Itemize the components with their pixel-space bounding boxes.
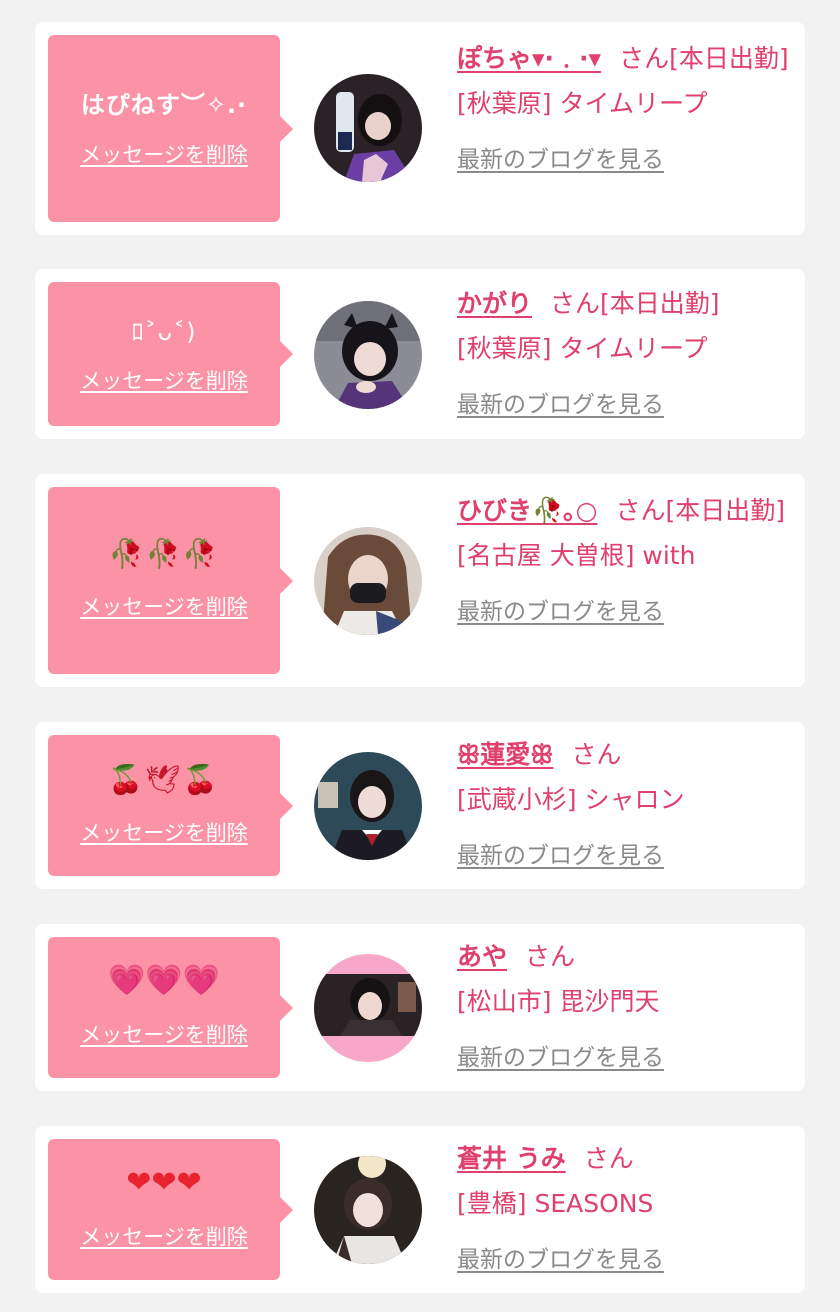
message-text: はぴねす︶✧.·: [80, 91, 248, 119]
favorite-card: 💗💗💗 メッセージを削除 あや さん [松山市] 毘沙門天 最新のブログを見る: [35, 924, 805, 1091]
message-bubble: はぴねす︶✧.· メッセージを削除: [48, 35, 293, 222]
latest-blog-link[interactable]: 最新のブログを見る: [457, 590, 797, 635]
message-text: 🥀🥀🥀: [108, 537, 220, 570]
latest-blog-link[interactable]: 最新のブログを見る: [457, 834, 797, 879]
favorite-card: はぴねす︶✧.· メッセージを削除 ぽちゃ▾·﹒·▾ さん[本日出勤] [秋葉原]…: [35, 22, 805, 235]
cast-name-link[interactable]: ぽちゃ▾·﹒·▾: [457, 44, 601, 73]
cast-info: 蒼井 うみ さん [豊橋] SEASONS 最新のブログを見る: [457, 1136, 797, 1283]
cast-suffix: さん: [525, 942, 576, 971]
avatar[interactable]: [314, 752, 422, 860]
message-bubble: 💗💗💗 メッセージを削除: [48, 937, 293, 1078]
message-text: ﾛ˃ᴗ˂): [131, 318, 197, 346]
cast-name-link[interactable]: 蒼井 うみ: [457, 1144, 566, 1173]
message-bubble: ﾛ˃ᴗ˂) メッセージを削除: [48, 282, 293, 426]
favorite-card: 🥀🥀🥀 メッセージを削除 ひびき🥀｡○ さん[本日出勤] [名古屋 大曽根] wi…: [35, 474, 805, 687]
message-text: ❤❤❤: [126, 1165, 202, 1200]
cast-suffix: さん[本日出勤]: [550, 289, 720, 318]
favorite-card: 🍒🕊🍒 メッセージを削除 ꕥ蓮愛ꕥ さん [武蔵小杉] シャロン 最新のブログを見…: [35, 722, 805, 889]
favorites-list: はぴねす︶✧.· メッセージを削除 ぽちゃ▾·﹒·▾ さん[本日出勤] [秋葉原]…: [35, 22, 805, 1293]
cast-suffix: さん[本日出勤]: [615, 496, 785, 525]
cast-name-link[interactable]: ひびき🥀｡○: [457, 496, 597, 525]
message-bubble: 🥀🥀🥀 メッセージを削除: [48, 487, 293, 674]
message-text: 💗💗💗: [107, 963, 221, 998]
favorite-card: ﾛ˃ᴗ˂) メッセージを削除 かがり さん[本日出勤] [秋葉原] タイムリープ …: [35, 269, 805, 439]
cast-info: ꕥ蓮愛ꕥ さん [武蔵小杉] シャロン 最新のブログを見る: [457, 732, 797, 879]
avatar[interactable]: [314, 954, 422, 1062]
shop-name: [秋葉原] タイムリープ: [457, 334, 708, 363]
cast-suffix: さん: [571, 740, 622, 769]
latest-blog-link[interactable]: 最新のブログを見る: [457, 1238, 797, 1283]
cast-suffix: さん: [583, 1144, 634, 1173]
delete-message-link[interactable]: メッセージを削除: [48, 139, 280, 169]
latest-blog-link[interactable]: 最新のブログを見る: [457, 138, 797, 183]
shop-name: [名古屋 大曽根] with: [457, 541, 696, 570]
latest-blog-link[interactable]: 最新のブログを見る: [457, 1036, 797, 1081]
shop-name: [豊橋] SEASONS: [457, 1189, 654, 1218]
delete-message-link[interactable]: メッセージを削除: [48, 591, 280, 621]
cast-info: かがり さん[本日出勤] [秋葉原] タイムリープ 最新のブログを見る: [457, 281, 797, 428]
delete-message-link[interactable]: メッセージを削除: [48, 817, 280, 847]
message-bubble: ❤❤❤ メッセージを削除: [48, 1139, 293, 1280]
message-bubble: 🍒🕊🍒 メッセージを削除: [48, 735, 293, 876]
avatar[interactable]: [314, 1156, 422, 1264]
cast-name-link[interactable]: あや: [457, 942, 507, 971]
shop-name: [秋葉原] タイムリープ: [457, 89, 708, 118]
latest-blog-link[interactable]: 最新のブログを見る: [457, 383, 797, 428]
delete-message-link[interactable]: メッセージを削除: [48, 1019, 280, 1049]
cast-info: ひびき🥀｡○ さん[本日出勤] [名古屋 大曽根] with 最新のブログを見る: [457, 488, 797, 635]
delete-message-link[interactable]: メッセージを削除: [48, 1221, 280, 1251]
cast-suffix: さん[本日出勤]: [619, 44, 789, 73]
favorite-card: ❤❤❤ メッセージを削除 蒼井 うみ さん [豊橋] SEASONS 最新のブログ…: [35, 1126, 805, 1293]
cast-info: あや さん [松山市] 毘沙門天 最新のブログを見る: [457, 934, 797, 1081]
avatar[interactable]: [314, 301, 422, 409]
cast-info: ぽちゃ▾·﹒·▾ さん[本日出勤] [秋葉原] タイムリープ 最新のブログを見る: [457, 36, 797, 183]
delete-message-link[interactable]: メッセージを削除: [48, 365, 280, 395]
avatar[interactable]: [314, 74, 422, 182]
avatar[interactable]: [314, 527, 422, 635]
cast-name-link[interactable]: ꕥ蓮愛ꕥ: [457, 740, 553, 769]
cast-name-link[interactable]: かがり: [457, 289, 532, 318]
shop-name: [松山市] 毘沙門天: [457, 987, 660, 1016]
shop-name: [武蔵小杉] シャロン: [457, 785, 685, 814]
message-text: 🍒🕊🍒: [108, 763, 220, 796]
